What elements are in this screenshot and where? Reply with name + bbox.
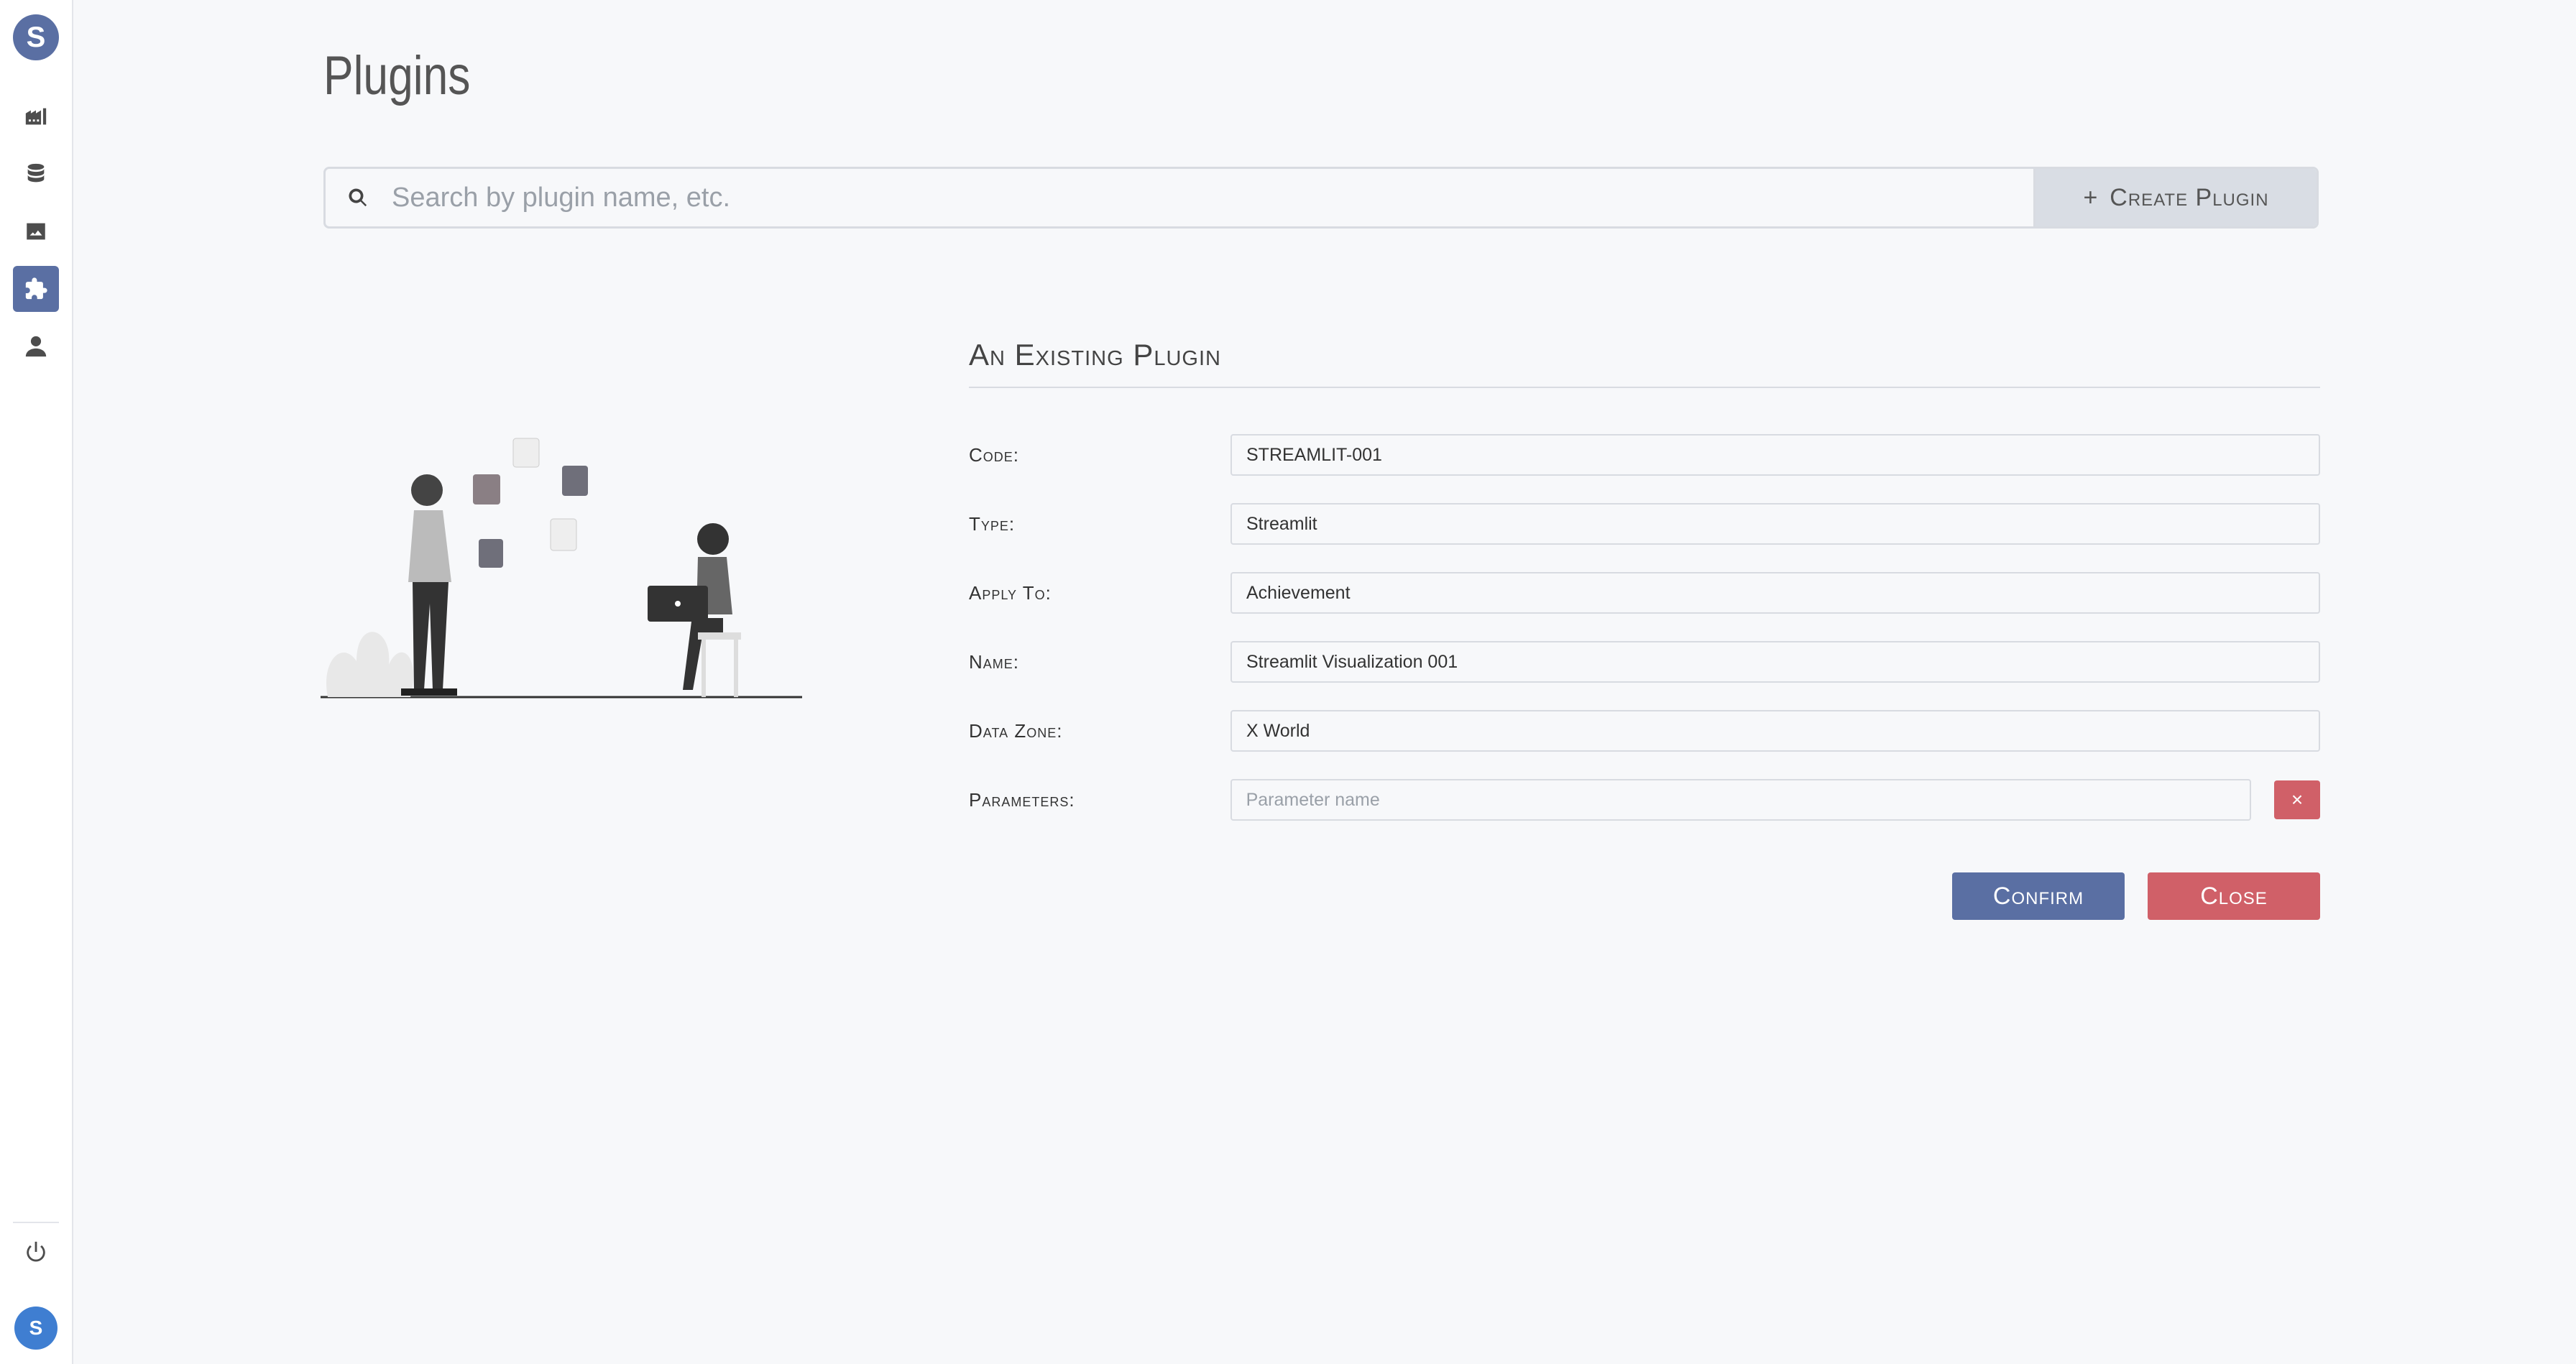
close-button[interactable]: Close [2148,872,2320,920]
field-name: Name: [969,641,2320,683]
close-icon: × [2291,788,2304,811]
apply-to-input[interactable] [1230,572,2320,614]
create-plugin-label: Create Plugin [2110,183,2269,211]
field-label: Data Zone: [969,719,1063,742]
search-icon [326,187,390,208]
parameter-name-input[interactable] [1230,779,2252,821]
field-type: Type: [969,503,2320,545]
people-illustration [321,438,802,699]
nav-plugins[interactable] [13,266,59,312]
nav-user[interactable] [13,323,59,369]
sidebar: S S [0,0,73,1364]
field-apply-to: Apply To: [969,572,2320,614]
field-label: Apply To: [969,581,1052,604]
plus-icon: + [2083,183,2099,211]
page-title: Plugins [323,45,471,106]
type-input[interactable] [1230,503,2320,545]
buildings-icon [25,108,47,125]
delete-parameter-button[interactable]: × [2274,780,2320,819]
nav-buildings[interactable] [13,93,59,139]
search-bar: + Create Plugin [323,167,2319,229]
field-code: Code: [969,434,2320,476]
puzzle-icon [25,277,47,300]
field-data-zone: Data Zone: [969,710,2320,752]
form-title: An Existing Plugin [969,338,2320,388]
power-icon [27,1241,45,1262]
data-zone-input[interactable] [1230,710,2320,752]
nav-database[interactable] [13,151,59,197]
field-label: Type: [969,512,1016,535]
sidebar-divider [13,1222,59,1223]
field-label: Name: [969,650,1020,673]
create-plugin-button[interactable]: + Create Plugin [2033,169,2317,226]
logout-button[interactable] [13,1229,59,1275]
name-input[interactable] [1230,641,2320,683]
app-logo[interactable]: S [13,14,59,60]
confirm-button[interactable]: Confirm [1952,872,2125,920]
field-parameters: Parameters: × [969,779,2320,821]
field-label: Code: [969,443,1020,466]
plugin-form: An Existing Plugin Code: Type: Apply To:… [969,338,2320,920]
code-input[interactable] [1230,434,2320,476]
user-icon [25,336,47,357]
avatar[interactable]: S [14,1307,58,1350]
search-input[interactable] [390,169,2033,226]
nav-image[interactable] [13,208,59,254]
database-icon [27,163,45,183]
field-label: Parameters: [969,788,1075,811]
image-icon [27,223,45,240]
